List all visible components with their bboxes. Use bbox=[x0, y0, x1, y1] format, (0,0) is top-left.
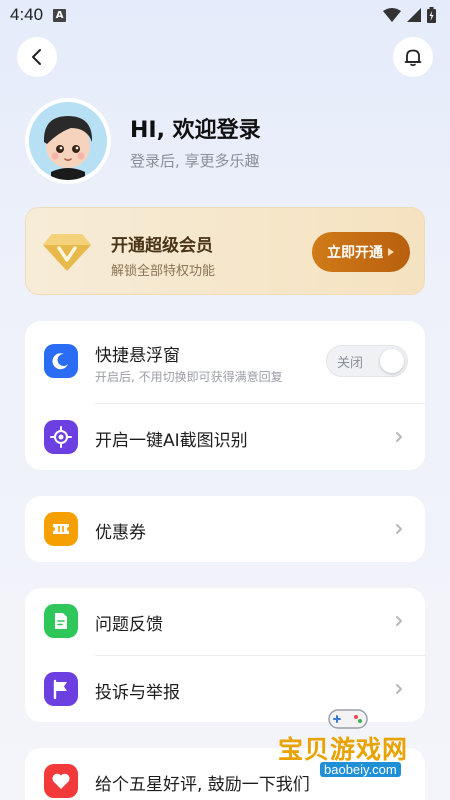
feedback-label: 问题反馈 bbox=[95, 615, 163, 635]
chevron-right-icon bbox=[396, 432, 402, 442]
vip-subtitle: 解锁全部特权功能 bbox=[111, 264, 216, 279]
diamond-icon bbox=[43, 234, 91, 271]
moon-icon bbox=[44, 344, 78, 378]
scan-target-icon bbox=[44, 420, 78, 454]
vip-title: 开通超级会员 bbox=[111, 236, 213, 256]
back-button[interactable] bbox=[17, 37, 57, 77]
status-time: 4:40 bbox=[10, 5, 44, 24]
chevron-right-icon bbox=[396, 616, 402, 626]
floating-window-label: 快捷悬浮窗 bbox=[95, 346, 180, 366]
login-subtitle: 登录后, 享更多乐趣 bbox=[130, 152, 260, 170]
toggle-state-label: 关闭 bbox=[337, 356, 364, 371]
bell-icon bbox=[404, 49, 422, 67]
floating-window-desc: 开启后, 不用切换即可获得满意回复 bbox=[95, 370, 283, 384]
document-icon bbox=[44, 604, 78, 638]
gamepad-icon bbox=[328, 709, 368, 729]
ai-screenshot-row[interactable]: 开启一键AI截图识别 bbox=[25, 404, 425, 470]
notification-button[interactable] bbox=[393, 37, 433, 77]
status-bar: 4:40 A bbox=[0, 0, 450, 30]
ai-screenshot-label: 开启一键AI截图识别 bbox=[95, 431, 248, 451]
feedback-row[interactable]: 问题反馈 bbox=[25, 588, 425, 654]
login-greeting[interactable]: HI, 欢迎登录 bbox=[130, 112, 261, 144]
ticket-icon bbox=[44, 512, 78, 546]
quick-settings-card: 快捷悬浮窗 开启后, 不用切换即可获得满意回复 关闭 开启一键AI截图识别 bbox=[25, 321, 425, 470]
report-label: 投诉与举报 bbox=[95, 683, 180, 703]
arrow-right-icon bbox=[388, 248, 394, 256]
status-icons bbox=[383, 7, 436, 23]
watermark-url: baobeiy.com bbox=[320, 762, 401, 777]
vip-card[interactable]: 开通超级会员 解锁全部特权功能 立即开通 bbox=[25, 207, 425, 295]
flag-icon bbox=[44, 672, 78, 706]
chevron-right-icon bbox=[396, 684, 402, 694]
avatar[interactable] bbox=[25, 98, 111, 184]
coupons-card: 优惠券 bbox=[25, 496, 425, 562]
floating-window-toggle[interactable]: 关闭 bbox=[326, 345, 408, 377]
watermark-text: 宝贝游戏网 bbox=[278, 735, 409, 764]
coupons-label: 优惠券 bbox=[95, 523, 146, 543]
heart-icon bbox=[44, 764, 78, 798]
watermark-logo: 宝贝游戏网 baobeiy.com bbox=[270, 700, 430, 790]
accessibility-icon: A bbox=[53, 8, 67, 22]
signal-icon bbox=[407, 8, 421, 22]
chevron-right-icon bbox=[396, 524, 402, 534]
chevron-left-icon bbox=[32, 49, 41, 65]
open-vip-label: 立即开通 bbox=[327, 245, 383, 261]
wifi-icon bbox=[383, 8, 401, 22]
coupons-row[interactable]: 优惠券 bbox=[25, 496, 425, 562]
toggle-knob bbox=[380, 349, 404, 373]
open-vip-button[interactable]: 立即开通 bbox=[312, 232, 410, 272]
battery-icon bbox=[427, 7, 436, 23]
floating-window-row: 快捷悬浮窗 开启后, 不用切换即可获得满意回复 关闭 bbox=[25, 321, 425, 403]
avatar-image bbox=[29, 102, 107, 180]
